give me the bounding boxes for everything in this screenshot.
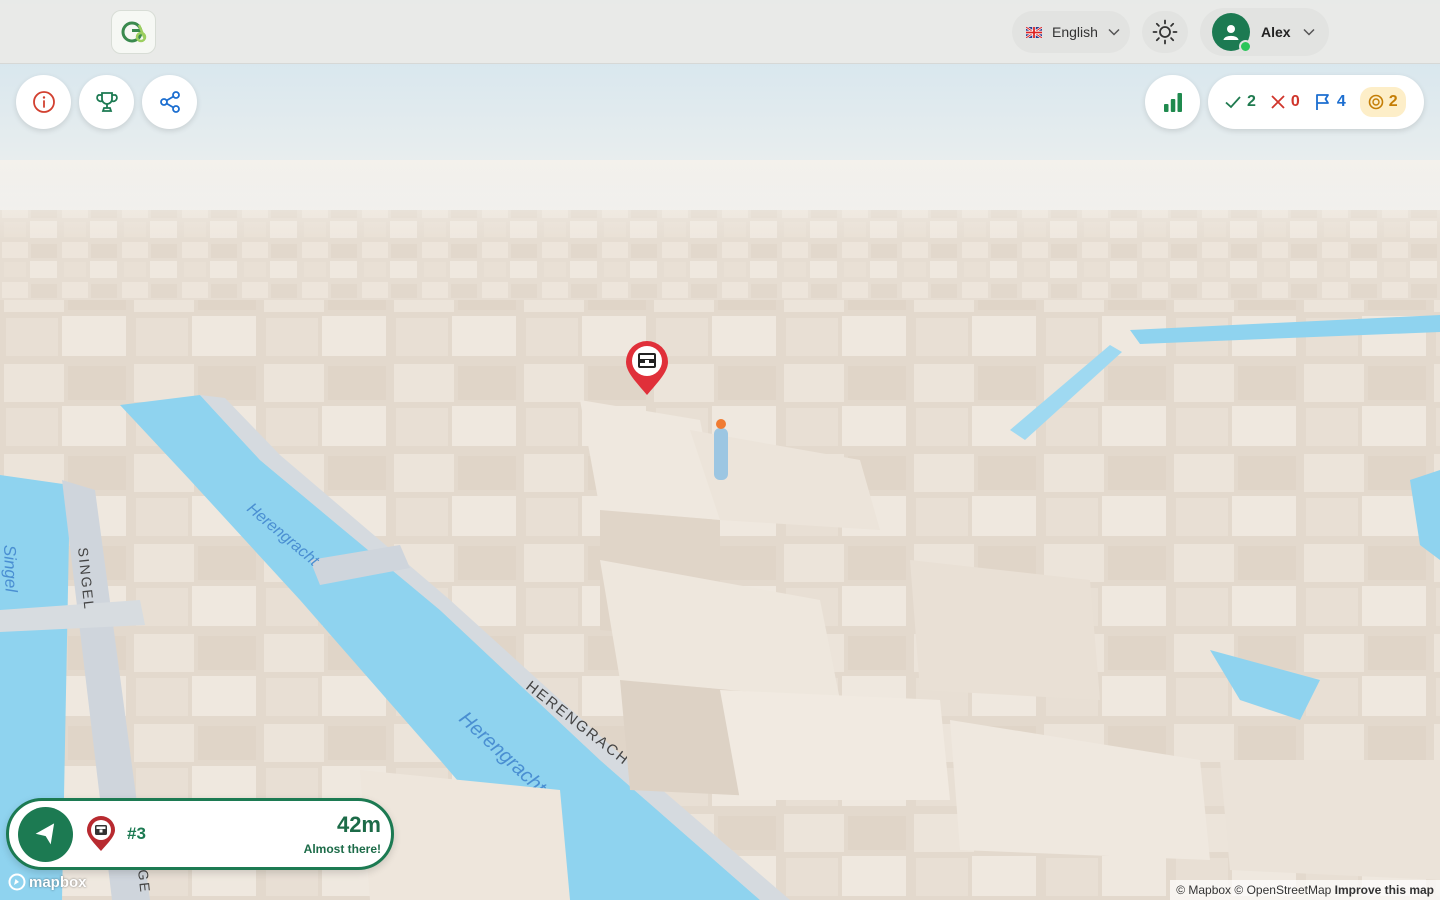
distance-value: 42m <box>336 812 381 837</box>
info-button[interactable] <box>16 75 71 129</box>
navigation-arrow-icon <box>35 822 54 844</box>
coin-icon <box>1368 94 1384 110</box>
navigate-button[interactable] <box>18 807 73 862</box>
flags-value: 4 <box>1336 93 1346 110</box>
language-selector[interactable]: English <box>1012 11 1130 53</box>
mapbox-logo[interactable]: mapbox <box>8 873 87 891</box>
online-status-dot <box>1239 40 1252 53</box>
chevron-down-icon <box>1108 28 1120 36</box>
top-bar: English Alex <box>0 0 1440 64</box>
chevron-down-icon <box>1303 28 1315 36</box>
mapbox-logo-text: mapbox <box>29 873 87 891</box>
score-summary: 2 0 4 2 <box>1208 75 1424 129</box>
marker-pin-icon <box>87 816 115 851</box>
target-number: #3 <box>127 824 146 843</box>
sun-icon <box>1152 19 1178 45</box>
user-icon <box>1223 25 1239 40</box>
flag-icon <box>1315 94 1329 110</box>
app-logo[interactable] <box>111 10 156 54</box>
bar-chart-icon <box>1163 93 1182 112</box>
map-attribution: © Mapbox © OpenStreetMap Improve this ma… <box>1170 880 1440 900</box>
map-view[interactable]: Herengracht Singel SINGEL HERENGRACHT He… <box>0 0 1440 900</box>
correct-count: 2 <box>1224 93 1256 111</box>
osm-attribution-link[interactable]: © OpenStreetMap <box>1234 883 1331 897</box>
theme-toggle-button[interactable] <box>1142 11 1188 53</box>
coins-value: 2 <box>1388 93 1398 110</box>
avatar <box>1212 13 1252 53</box>
user-menu[interactable]: Alex <box>1200 8 1329 56</box>
leaderboard-button[interactable] <box>79 75 134 129</box>
street-label-ge: GE <box>135 869 153 895</box>
logo-icon <box>121 21 146 43</box>
share-button[interactable] <box>142 75 197 129</box>
street-label-singel: Singel <box>0 544 21 593</box>
horizon-haze <box>0 160 1440 240</box>
target-marker <box>85 815 117 858</box>
flags-count: 4 <box>1314 93 1346 111</box>
user-name: Alex <box>1261 24 1291 40</box>
navigation-card[interactable]: #3 42m Almost there! <box>6 798 394 870</box>
coins-count: 2 <box>1359 87 1406 117</box>
treasure-chest-icon <box>638 353 656 368</box>
info-icon <box>32 91 55 113</box>
improve-map-link[interactable]: Improve this map <box>1335 883 1434 897</box>
share-icon <box>159 91 180 113</box>
mapbox-icon <box>8 873 26 891</box>
check-icon <box>1225 96 1241 109</box>
cross-icon <box>1271 95 1285 109</box>
language-label: English <box>1052 24 1098 40</box>
wrong-count: 0 <box>1270 93 1300 111</box>
correct-value: 2 <box>1247 93 1256 110</box>
trophy-icon <box>95 92 118 112</box>
uk-flag-icon <box>1026 26 1042 38</box>
stats-button[interactable] <box>1145 75 1200 129</box>
wrong-value: 0 <box>1290 93 1300 110</box>
mapbox-attribution-link[interactable]: © Mapbox <box>1176 883 1231 897</box>
distance-hint: Almost there! <box>303 842 381 856</box>
